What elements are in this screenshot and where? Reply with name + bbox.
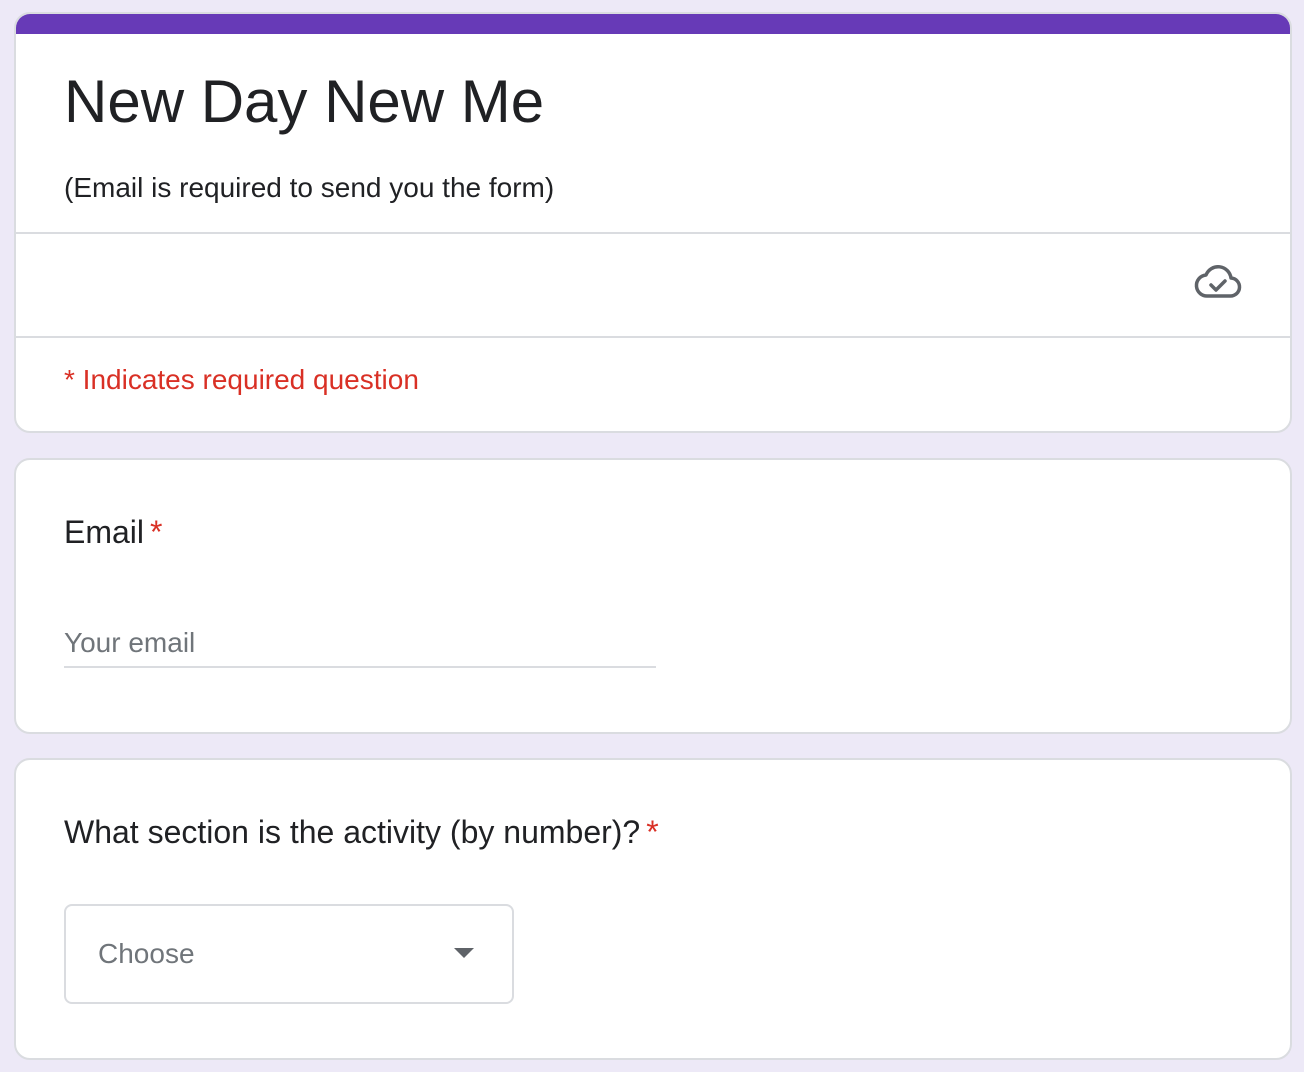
- divider: [16, 336, 1290, 338]
- accent-bar: [16, 14, 1290, 34]
- required-note: * Indicates required question: [64, 364, 419, 395]
- required-star: *: [150, 514, 163, 550]
- question-card-email: Email *: [14, 458, 1292, 734]
- question-label: Email: [64, 514, 145, 550]
- question-title: What section is the activity (by number)…: [64, 812, 659, 852]
- section-dropdown[interactable]: Choose: [64, 904, 514, 1004]
- form-header-card: New Day New Me (Email is required to sen…: [14, 12, 1292, 433]
- question-title: Email *: [64, 512, 162, 552]
- dropdown-selected-value: Choose: [98, 938, 195, 969]
- form-description: (Email is required to send you the form): [64, 172, 555, 203]
- cloud-check-icon[interactable]: [1194, 262, 1242, 302]
- caret-down-icon: [454, 948, 474, 958]
- question-label: What section is the activity (by number)…: [64, 814, 641, 850]
- question-card-section: What section is the activity (by number)…: [14, 758, 1292, 1060]
- form-title: New Day New Me: [64, 68, 545, 135]
- required-star: *: [646, 814, 659, 850]
- divider: [16, 232, 1290, 234]
- email-input[interactable]: [64, 620, 656, 668]
